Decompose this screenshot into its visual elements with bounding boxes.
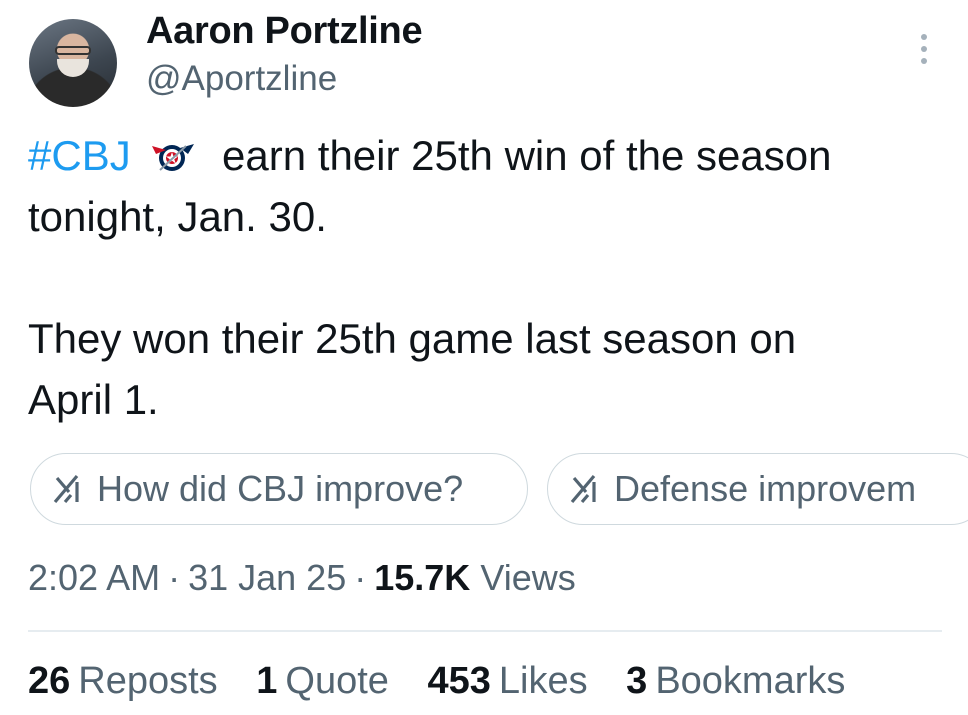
tweet-line-4: April 1.	[28, 376, 159, 423]
avatar-beard	[57, 59, 89, 77]
likes-count: 453	[427, 660, 491, 702]
team-logo-icon	[152, 144, 195, 171]
grok-icon	[53, 474, 79, 504]
likes-label: Likes	[498, 660, 588, 702]
grok-suggestion-label: How did CBJ improve?	[97, 468, 464, 509]
grok-suggestion-chip[interactable]: How did CBJ improve?	[30, 453, 528, 525]
tweet-text: #CBJ earn their 25th win of the season t…	[28, 125, 948, 430]
more-options-icon[interactable]	[912, 30, 936, 68]
reposts-count: 26	[28, 660, 71, 702]
views-label: Views	[480, 557, 576, 598]
avatar-glasses	[55, 46, 91, 55]
author-display-name[interactable]: Aaron Portzline	[146, 10, 423, 53]
quotes-stat[interactable]: 1 Quote	[256, 660, 389, 702]
more-dot	[921, 46, 927, 52]
views-count[interactable]: 15.7K	[374, 557, 470, 598]
tweet-line-1: #CBJ earn their 25th win of the season	[28, 125, 948, 186]
likes-stat[interactable]: 453 Likes	[427, 660, 587, 702]
author-handle[interactable]: @Aportzline	[146, 59, 337, 99]
grok-icon	[570, 474, 596, 504]
meta-separator: ·	[354, 557, 367, 598]
bookmarks-stat[interactable]: 3 Bookmarks	[626, 660, 845, 702]
tweet-line-1-text: earn their 25th win of the season	[222, 132, 832, 179]
grok-suggestion-label: Defense improvem	[614, 468, 917, 509]
hashtag-link[interactable]: #CBJ	[28, 132, 131, 179]
engagement-stats: 26 Reposts 1 Quote 453 Likes 3 Bookmarks	[28, 660, 873, 703]
tweet-time[interactable]: 2:02 AM	[28, 557, 160, 598]
tweet-line-2: tonight, Jan. 30.	[28, 193, 327, 240]
quotes-label: Quote	[285, 660, 389, 702]
more-dot	[921, 58, 927, 64]
bookmarks-count: 3	[626, 660, 648, 702]
quotes-count: 1	[256, 660, 278, 702]
meta-separator: ·	[168, 557, 181, 598]
tweet-card: Aaron Portzline @Aportzline #CBJ earn th…	[0, 0, 968, 715]
avatar[interactable]	[29, 19, 117, 107]
more-dot	[921, 34, 927, 40]
divider	[28, 630, 942, 632]
tweet-date[interactable]: 31 Jan 25	[188, 557, 346, 598]
tweet-line-3: They won their 25th game last season on	[28, 315, 797, 362]
grok-suggestion-chip[interactable]: Defense improvem	[547, 453, 968, 525]
reposts-label: Reposts	[78, 660, 218, 702]
bookmarks-label: Bookmarks	[655, 660, 846, 702]
reposts-stat[interactable]: 26 Reposts	[28, 660, 218, 702]
tweet-meta: 2:02 AM · 31 Jan 25 · 15.7K Views	[28, 557, 576, 599]
